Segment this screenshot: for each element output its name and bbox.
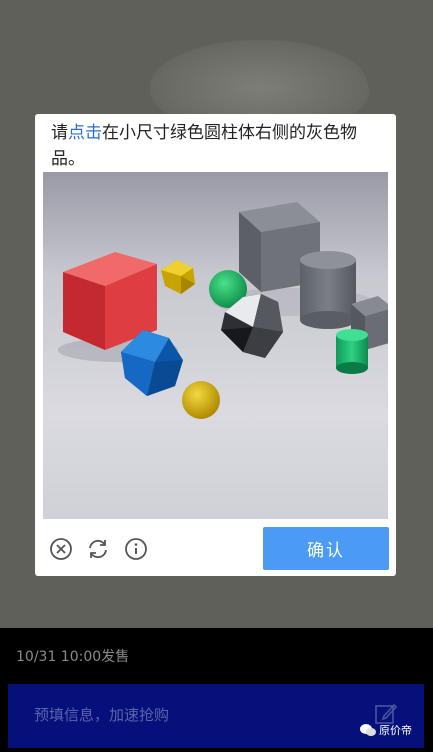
prompt-prefix: 请 [51,123,68,143]
captcha-dialog: 请点击在小尺寸绿色圆柱体右侧的灰色物品。 确认 [35,114,396,576]
yellow-sphere[interactable] [182,381,220,419]
captcha-image[interactable] [43,172,388,519]
refresh-icon[interactable] [86,537,110,561]
product-image [150,40,370,120]
prompt-highlight: 点击 [68,123,102,143]
info-icon[interactable] [124,537,148,561]
watermark: 原价帝 [360,722,412,738]
yellow-polyhedron[interactable] [161,260,195,294]
prefill-action-bar[interactable]: 预填信息，加速抢购 [8,684,424,748]
close-circle-icon[interactable] [49,537,73,561]
watermark-text: 原价帝 [379,724,412,737]
gray-cylinder[interactable] [300,251,356,329]
sale-time: 10/31 10:00发售 [16,649,130,665]
small-green-cylinder[interactable] [336,329,368,374]
wechat-logo-icon [360,724,376,736]
prefill-label: 预填信息，加速抢购 [34,706,170,724]
confirm-button[interactable]: 确认 [263,527,389,570]
captcha-prompt: 请点击在小尺寸绿色圆柱体右侧的灰色物品。 [51,120,381,172]
